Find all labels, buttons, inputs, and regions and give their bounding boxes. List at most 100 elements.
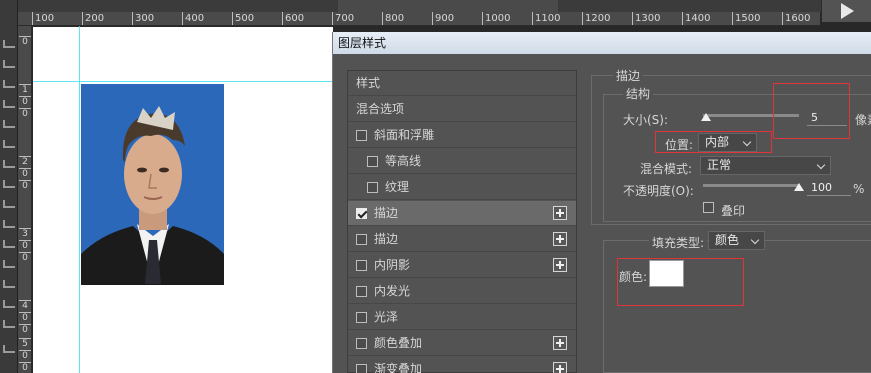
text-tool-icon[interactable] <box>3 240 15 248</box>
inner-shadow-checkbox[interactable] <box>356 260 367 271</box>
hand-tool-icon[interactable] <box>3 300 15 308</box>
ruler-tick: 900 <box>432 12 454 25</box>
style-item-inner-shadow[interactable]: 内阴影 <box>348 253 576 278</box>
eraser-tool-icon[interactable] <box>3 180 15 188</box>
add-stroke-plus-icon[interactable] <box>553 206 567 220</box>
size-slider-thumb[interactable] <box>701 113 711 121</box>
satin-label: 光泽 <box>374 310 399 324</box>
add-gradient-overlay-plus-icon[interactable] <box>553 362 567 373</box>
style-item-bevel-emboss[interactable]: 斜面和浮雕 <box>348 123 576 148</box>
texture-label: 纹理 <box>385 180 410 194</box>
ruler-tick: 600 <box>282 12 304 25</box>
path-tool-icon[interactable] <box>3 260 15 268</box>
add-stroke-2-plus-icon[interactable] <box>553 232 567 246</box>
style-item-gradient-overlay[interactable]: 渐变叠加 <box>348 357 576 373</box>
ruler-tick: 4 <box>19 300 31 312</box>
ruler-tick: 0 <box>19 350 31 362</box>
ruler-tick: 0 <box>19 324 31 336</box>
ruler-tick: 3 <box>19 228 31 240</box>
ruler-tick: 400 <box>182 12 204 25</box>
styles-list: 样式 混合选项 斜面和浮雕 等高线 纹理 描边 描边 内阴影 内发光 光泽 颜色… <box>347 70 577 373</box>
ruler-tick: 200 <box>82 12 104 25</box>
ruler-tick: 1 <box>19 84 31 96</box>
ruler-tick: 1200 <box>582 12 610 25</box>
style-item-texture[interactable]: 纹理 <box>348 175 576 200</box>
ruler-tick: 0 <box>19 108 31 120</box>
fill-type-select[interactable]: 颜色 <box>708 231 765 250</box>
opacity-slider[interactable] <box>703 184 799 187</box>
ruler-tick: 300 <box>132 12 154 25</box>
horizontal-ruler: 100 200 300 400 500 600 700 800 900 1000… <box>18 12 820 26</box>
ruler-tick: 0 <box>19 168 31 180</box>
styles-header-label: 样式 <box>356 76 381 90</box>
shape-tool-icon[interactable] <box>3 280 15 288</box>
style-item-stroke-active[interactable]: 描边 <box>348 201 576 226</box>
photoshop-window: 100 200 300 400 500 600 700 800 900 1000… <box>0 0 871 373</box>
style-item-inner-glow[interactable]: 内发光 <box>348 279 576 304</box>
bevel-emboss-label: 斜面和浮雕 <box>374 128 435 142</box>
style-item-satin[interactable]: 光泽 <box>348 305 576 330</box>
play-button[interactable] <box>821 0 871 22</box>
gradient-tool-icon[interactable] <box>3 200 15 208</box>
blend-options-item[interactable]: 混合选项 <box>348 97 576 122</box>
stroke-checkbox-checked[interactable] <box>356 208 367 219</box>
opacity-input[interactable]: 100 <box>807 180 851 196</box>
satin-checkbox[interactable] <box>356 312 367 323</box>
pen-tool-icon[interactable] <box>3 220 15 228</box>
contour-checkbox[interactable] <box>367 156 378 167</box>
stroke-2-checkbox[interactable] <box>356 234 367 245</box>
move-tool-icon[interactable] <box>3 40 15 48</box>
ruler-tick: 1500 <box>732 12 760 25</box>
opacity-slider-thumb[interactable] <box>794 183 804 191</box>
inner-shadow-label: 内阴影 <box>374 258 411 272</box>
play-icon <box>841 3 854 19</box>
opacity-label: 不透明度(O): <box>623 184 694 198</box>
bevel-emboss-checkbox[interactable] <box>356 130 367 141</box>
annotation-box-position <box>655 131 772 153</box>
dialog-title[interactable]: 图层样式 <box>333 32 871 54</box>
document-tab[interactable] <box>338 0 558 12</box>
ruler-tick: 0 <box>19 252 31 264</box>
color-overlay-label: 颜色叠加 <box>374 336 423 350</box>
size-label: 大小(S): <box>623 113 669 127</box>
ruler-tick: 1400 <box>682 12 710 25</box>
style-item-color-overlay[interactable]: 颜色叠加 <box>348 331 576 356</box>
annotation-box-size <box>773 83 850 139</box>
gradient-overlay-checkbox[interactable] <box>356 364 367 373</box>
lasso-tool-icon[interactable] <box>3 80 15 88</box>
ruler-tick: 0 <box>19 180 31 192</box>
ruler-tick: 800 <box>382 12 404 25</box>
color-swatch-icon[interactable] <box>3 345 15 353</box>
style-item-stroke-2[interactable]: 描边 <box>348 227 576 252</box>
ruler-tick: 5 <box>19 338 31 350</box>
inner-glow-checkbox[interactable] <box>356 286 367 297</box>
eyedropper-tool-icon[interactable] <box>3 120 15 128</box>
ruler-tick: 700 <box>332 12 354 25</box>
texture-checkbox[interactable] <box>367 182 378 193</box>
zoom-tool-icon[interactable] <box>3 320 15 328</box>
style-item-contour[interactable]: 等高线 <box>348 149 576 174</box>
add-color-overlay-plus-icon[interactable] <box>553 336 567 350</box>
marquee-tool-icon[interactable] <box>3 60 15 68</box>
color-overlay-checkbox[interactable] <box>356 338 367 349</box>
vertical-ruler: 0 1 0 0 2 0 0 3 0 0 4 0 0 5 0 0 <box>18 26 32 373</box>
overprint-label: 叠印 <box>721 204 746 218</box>
structure-title: 结构 <box>623 85 654 102</box>
add-inner-shadow-plus-icon[interactable] <box>553 258 567 272</box>
overprint-checkbox[interactable] <box>703 202 714 213</box>
blend-mode-value: 正常 <box>707 158 732 172</box>
vertical-guide[interactable] <box>79 26 80 373</box>
horizontal-guide[interactable] <box>33 81 333 82</box>
stroke-2-label: 描边 <box>374 232 399 246</box>
crop-tool-icon[interactable] <box>3 100 15 108</box>
ruler-tick: 100 <box>32 12 54 25</box>
opacity-unit: % <box>853 182 865 196</box>
blend-mode-select[interactable]: 正常 <box>700 156 831 175</box>
stroke-section-title: 描边 <box>613 67 644 84</box>
styles-header[interactable]: 样式 <box>348 71 576 96</box>
portrait-photo <box>81 84 224 285</box>
stroke-label: 描边 <box>374 206 399 220</box>
ruler-tick: 0 <box>19 362 31 373</box>
brush-tool-icon[interactable] <box>3 140 15 148</box>
stamp-tool-icon[interactable] <box>3 160 15 168</box>
